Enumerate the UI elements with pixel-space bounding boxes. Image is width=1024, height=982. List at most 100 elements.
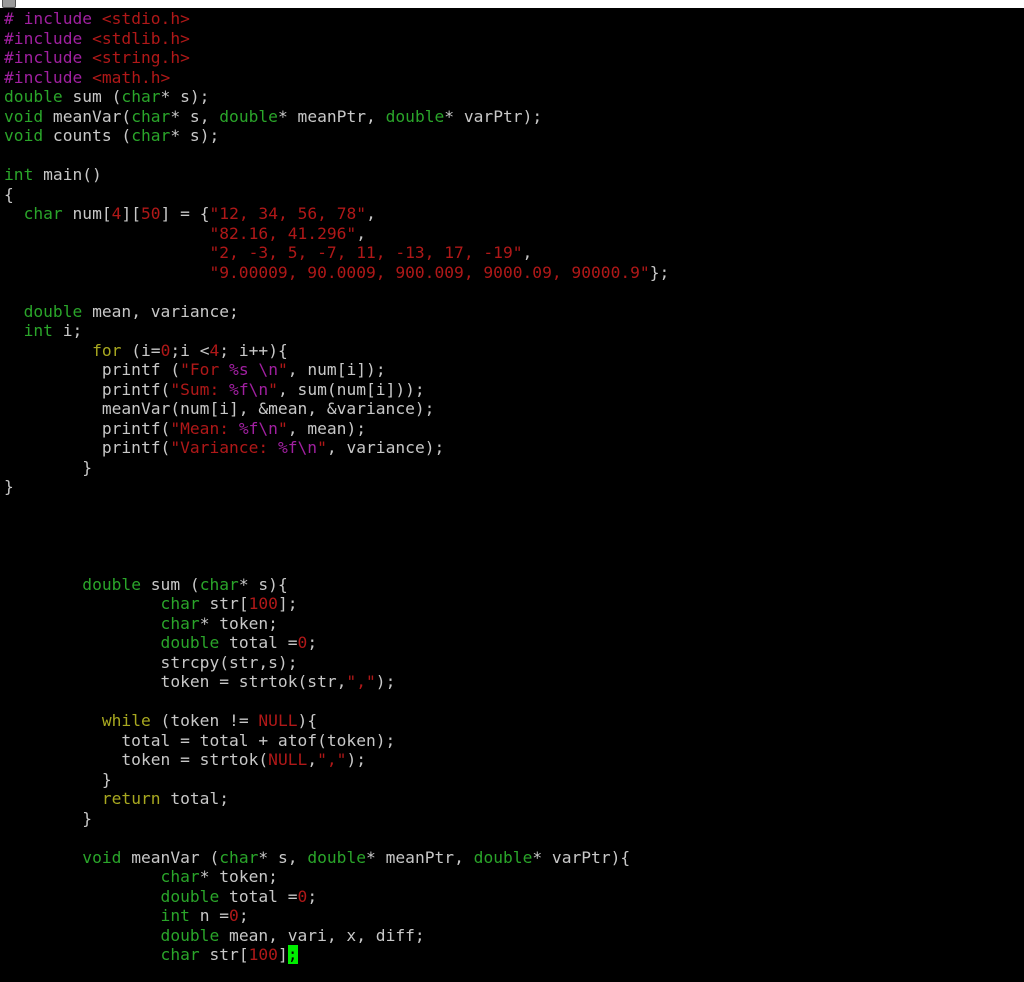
code-line[interactable]: printf("Variance: %f\n", variance); bbox=[4, 438, 669, 458]
code-text: ); bbox=[346, 750, 367, 769]
type-keyword: double bbox=[4, 87, 63, 106]
code-line[interactable] bbox=[4, 828, 669, 848]
format-specifier: %s bbox=[229, 360, 249, 379]
code-text: ); bbox=[375, 672, 396, 691]
type-keyword: char bbox=[199, 574, 239, 594]
code-text: total; bbox=[160, 789, 230, 808]
type-keyword: char bbox=[131, 126, 171, 145]
code-line[interactable]: total = total + atof(token); bbox=[4, 731, 669, 751]
text-cursor: ; bbox=[287, 945, 298, 964]
code-line[interactable]: printf("Mean: %f\n", mean); bbox=[4, 419, 669, 439]
code-text: ; bbox=[307, 886, 318, 906]
type-keyword: double bbox=[307, 847, 367, 867]
code-line[interactable]: int main() bbox=[4, 165, 669, 185]
code-line[interactable]: double mean, vari, x, diff; bbox=[4, 926, 669, 946]
code-line[interactable]: int n =0; bbox=[4, 906, 669, 926]
code-line[interactable]: } bbox=[4, 458, 669, 478]
code-text: meanVar ( bbox=[121, 847, 220, 867]
code-line[interactable] bbox=[4, 146, 669, 166]
code-line[interactable]: void counts (char* s); bbox=[4, 126, 669, 146]
code-text: * token; bbox=[199, 613, 278, 633]
type-keyword: int bbox=[160, 906, 190, 925]
code-line[interactable] bbox=[4, 555, 669, 575]
code-text: ; i++){ bbox=[219, 340, 288, 360]
code-text: str[ bbox=[199, 594, 249, 613]
code-text: ] = { bbox=[160, 204, 210, 223]
code-line[interactable]: { bbox=[4, 185, 669, 205]
code-text: * s){ bbox=[238, 574, 288, 594]
code-line[interactable]: char num[4][50] = {"12, 34, 56, 78", bbox=[4, 204, 669, 224]
code-text: printf ( bbox=[4, 360, 181, 379]
code-line[interactable]: double sum (char* s){ bbox=[4, 575, 669, 595]
code-line[interactable]: strcpy(str,s); bbox=[4, 653, 669, 673]
type-keyword: double bbox=[473, 847, 533, 867]
code-line[interactable]: #include <string.h> bbox=[4, 48, 669, 68]
code-line[interactable]: void meanVar(char* s, double* meanPtr, d… bbox=[4, 107, 669, 127]
format-specifier: %f\n bbox=[229, 379, 269, 399]
constant-literal: NULL bbox=[258, 711, 298, 730]
code-line[interactable]: # include <stdio.h> bbox=[4, 9, 669, 29]
code-text: meanVar(num[i], &mean, &variance); bbox=[4, 399, 435, 418]
code-text: str[ bbox=[199, 945, 249, 964]
code-text: total = bbox=[219, 633, 298, 652]
code-line[interactable]: "2, -3, 5, -7, 11, -13, 17, -19", bbox=[4, 243, 669, 263]
code-line[interactable] bbox=[4, 282, 669, 302]
terminal-editor[interactable]: # include <stdio.h> #include <stdlib.h> #i… bbox=[0, 8, 1024, 982]
code-text: token = strtok( bbox=[4, 750, 269, 769]
code-line[interactable]: double mean, variance; bbox=[4, 302, 669, 322]
code-text: * meanPtr, bbox=[277, 106, 386, 126]
code-line[interactable] bbox=[4, 536, 669, 556]
string-literal: <stdlib.h> bbox=[92, 28, 190, 48]
code-text: , bbox=[356, 223, 366, 243]
code-text: (token != bbox=[150, 711, 259, 730]
code-line[interactable]: char str[100]; bbox=[4, 945, 669, 965]
number-literal: 50 bbox=[141, 204, 161, 223]
code-line[interactable]: double total =0; bbox=[4, 887, 669, 907]
code-line[interactable]: #include <stdlib.h> bbox=[4, 29, 669, 49]
code-line[interactable]: printf ("For %s \n", num[i]); bbox=[4, 360, 669, 380]
code-line[interactable] bbox=[4, 692, 669, 712]
code-buffer[interactable]: # include <stdio.h> #include <stdlib.h> #i… bbox=[4, 9, 669, 965]
code-line[interactable]: } bbox=[4, 477, 669, 497]
code-line[interactable] bbox=[4, 516, 669, 536]
code-line[interactable]: while (token != NULL){ bbox=[4, 711, 669, 731]
type-keyword: double bbox=[385, 106, 445, 126]
code-line[interactable]: int i; bbox=[4, 321, 669, 341]
code-line[interactable]: token = strtok(NULL,","); bbox=[4, 750, 669, 770]
number-literal: 0 bbox=[229, 906, 239, 925]
string-literal: " bbox=[277, 418, 288, 438]
code-line[interactable]: return total; bbox=[4, 789, 669, 809]
code-line[interactable]: void meanVar (char* s, double* meanPtr, … bbox=[4, 848, 669, 868]
number-literal: 0 bbox=[160, 340, 171, 360]
code-line[interactable]: meanVar(num[i], &mean, &variance); bbox=[4, 399, 669, 419]
code-line[interactable]: double total =0; bbox=[4, 633, 669, 653]
code-line[interactable]: double sum (char* s); bbox=[4, 87, 669, 107]
code-line[interactable]: "9.00009, 90.0009, 900.009, 9000.09, 900… bbox=[4, 263, 669, 283]
code-line[interactable]: #include <math.h> bbox=[4, 68, 669, 88]
code-line[interactable]: char* token; bbox=[4, 867, 669, 887]
code-line[interactable]: char* token; bbox=[4, 614, 669, 634]
code-line[interactable] bbox=[4, 497, 669, 517]
code-line[interactable]: printf("Sum: %f\n", sum(num[i])); bbox=[4, 380, 669, 400]
code-line[interactable]: for (i=0;i <4; i++){ bbox=[4, 341, 669, 361]
code-text: , variance); bbox=[326, 438, 445, 457]
code-line[interactable]: } bbox=[4, 809, 669, 829]
code-line[interactable]: } bbox=[4, 770, 669, 790]
code-text: printf( bbox=[4, 418, 171, 438]
string-literal: "Mean: bbox=[170, 418, 239, 438]
string-literal bbox=[249, 360, 259, 379]
code-text: * s); bbox=[170, 126, 220, 145]
code-text: ][ bbox=[121, 204, 142, 223]
code-line[interactable]: token = strtok(str,","); bbox=[4, 672, 669, 692]
code-line[interactable]: "82.16, 41.296", bbox=[4, 224, 669, 244]
code-line[interactable]: char str[100]; bbox=[4, 594, 669, 614]
